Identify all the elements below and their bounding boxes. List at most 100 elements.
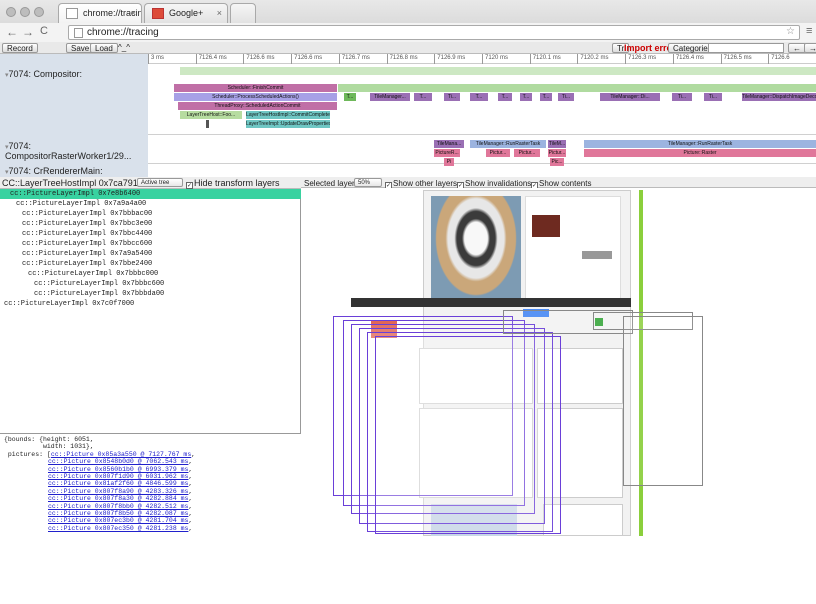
layer-tree[interactable]: cc::PictureLayerImpl 0x7e8b6400 cc::Pictu…	[0, 189, 301, 604]
slice-picture-raster[interactable]: Picture::Raster	[584, 149, 816, 157]
slice-t[interactable]: T...	[470, 93, 488, 101]
slice-picture-short2[interactable]: Pictur...	[486, 149, 510, 157]
slice-lth-foo[interactable]: LayerTreeHost::Foo...	[180, 111, 242, 119]
tab-tracing[interactable]: chrome://tracing ×	[58, 3, 142, 23]
page-icon	[66, 8, 78, 19]
layer-tree-item[interactable]: cc::PictureLayerImpl 0x7e8b6400	[0, 189, 301, 199]
ruler-tick: 7126.4 ms	[672, 54, 704, 64]
slice-picture-short[interactable]: PictureR...	[434, 149, 460, 157]
tree-mode-select[interactable]: Active tree	[137, 178, 183, 187]
tab-google-plus[interactable]: Google+ ×	[144, 3, 228, 23]
layer-tree-item[interactable]: cc::PictureLayerImpl 0x7bbbda00	[0, 289, 301, 299]
close-window-icon[interactable]	[6, 7, 16, 17]
slice-tile-short2[interactable]: TileM...	[548, 140, 566, 148]
layer-tree-item[interactable]: cc::PictureLayerImpl 0x7bbcc600	[0, 239, 301, 249]
reload-button[interactable]: C	[40, 25, 48, 37]
picture-link[interactable]: cc::Picture 0x807ec3b0 @ 4281.704 ms	[48, 517, 188, 524]
slice-bar[interactable]	[338, 84, 816, 92]
layer-outline[interactable]	[375, 336, 561, 534]
back-button[interactable]: ←	[6, 25, 18, 39]
slice-lth-update[interactable]: LayerTreeImpl::UpdateDrawProperties	[246, 120, 330, 128]
time-ruler[interactable]: 3 ms 7126.4 ms 7126.6 ms 7126.6 ms 7126.7 ms…	[148, 54, 816, 64]
slice-tile-dispatch[interactable]: TileManager::Di...	[600, 93, 660, 101]
picture-link[interactable]: cc::Picture 0x8548b0d0 @ 7062.543 ms	[48, 458, 188, 465]
picture-link[interactable]: cc::Picture 0x81af2f60 @ 4846.599 ms	[48, 480, 188, 487]
picture-link[interactable]: cc::Picture 0x85a3a550 @ 7127.767 ms	[51, 451, 191, 458]
layer-tree-item[interactable]: cc::PictureLayerImpl 0x7bbbc600	[0, 279, 301, 289]
slice-t[interactable]: T...	[414, 93, 432, 101]
slice-process-actions[interactable]: Scheduler::ProcessScheduledActions()	[174, 93, 337, 101]
thread-label[interactable]: 7074: CompositorRasterWorker1/29...	[5, 141, 148, 161]
maximize-window-icon[interactable]	[34, 7, 44, 17]
content-card	[525, 196, 621, 300]
timeline-tracks[interactable]: Scheduler::FinishCommit Scheduler::Proce…	[148, 64, 816, 177]
google-plus-icon	[152, 8, 164, 19]
slice-thread-proxy[interactable]: ThreadProxy::ScheduledActionCommit	[178, 102, 337, 110]
thread-label[interactable]: 7074: CrRendererMain:	[5, 166, 103, 176]
new-tab-button[interactable]	[230, 3, 256, 23]
slice-marker[interactable]	[206, 120, 209, 128]
layer-tree-item[interactable]: cc::PictureLayerImpl 0x7bbe2400	[0, 259, 301, 269]
slice-tile-raster[interactable]: TileManager::RunRasterTask	[470, 140, 546, 148]
layer-outline[interactable]	[623, 316, 703, 486]
layer-tree-title: CC::LayerTreeHostImpl 0x7ca79190	[2, 178, 148, 188]
ruler-tick: 7126.6	[768, 54, 790, 64]
layer-tree-item[interactable]: cc::PictureLayerImpl 0x7a9a4a00	[0, 199, 301, 209]
tab-close-icon[interactable]: ×	[217, 8, 222, 18]
nav-right-button[interactable]: →	[804, 43, 816, 53]
slice-picture-short2[interactable]: Pictur...	[548, 149, 566, 157]
slice-t[interactable]: Ti...	[704, 93, 722, 101]
zoom-select[interactable]: 50%	[354, 178, 382, 187]
slice-green[interactable]: T...	[344, 93, 356, 101]
filter-input[interactable]	[708, 43, 784, 53]
slice-lth-commit[interactable]: LayerTreeHostImpl::CommitComplete	[246, 111, 330, 119]
slice-t[interactable]: T...	[540, 93, 552, 101]
slice-pi[interactable]: Pi	[444, 158, 454, 166]
slice-t[interactable]: Ti...	[672, 93, 692, 101]
layer-tree-item[interactable]: cc::PictureLayerImpl 0x7bbc3e00	[0, 219, 301, 229]
layer-tree-item[interactable]: cc::PictureLayerImpl 0x7c0f7000	[0, 299, 301, 309]
checkbox-checked[interactable]: ✓	[186, 182, 193, 189]
slice-finish-commit[interactable]: Scheduler::FinishCommit	[174, 84, 337, 92]
picture-link[interactable]: cc::Picture 0x807f1d90 @ 6031.962 ms	[48, 473, 188, 480]
ruler-tick: 7126.3 ms	[625, 54, 656, 64]
picture-link[interactable]: cc::Picture 0x807f8b50 @ 4282.087 ms	[48, 510, 188, 517]
picture-link[interactable]: cc::Picture 0x807ec350 @ 4281.238 ms	[48, 525, 188, 532]
slice-tile-short[interactable]: TileMana...	[434, 140, 464, 148]
page-icon	[74, 28, 83, 38]
load-button[interactable]: Load	[90, 43, 118, 53]
show-contents-label: Show contents	[539, 179, 592, 188]
picture-row: cc::Picture 0x807f1d90 @ 6031.962 ms,	[48, 473, 193, 481]
slice-picture-short2[interactable]: Pictur...	[514, 149, 540, 157]
slice-t[interactable]: Ti...	[444, 93, 460, 101]
layer-3d-viewer[interactable]	[303, 188, 816, 536]
forward-button[interactable]: →	[22, 25, 34, 39]
ruler-tick: 7126.7 ms	[338, 54, 370, 64]
thread-label[interactable]: 7074: Compositor:	[5, 69, 83, 79]
layer-tree-item[interactable]: cc::PictureLayerImpl 0x7a9a5400	[0, 249, 301, 259]
slice-t[interactable]: T...	[498, 93, 512, 101]
slice-t[interactable]: Ti...	[558, 93, 574, 101]
minimize-window-icon[interactable]	[20, 7, 30, 17]
picture-link[interactable]: cc::Picture 0x807f8a90 @ 4283.326 ms	[48, 488, 188, 495]
track-background	[180, 67, 816, 75]
star-icon[interactable]: ☆	[786, 26, 795, 37]
slice-tile-manager[interactable]: TileManager...	[370, 93, 410, 101]
menu-icon[interactable]: ≡	[806, 25, 812, 37]
layer-marker	[595, 318, 603, 326]
slice-pic[interactable]: Pic...	[550, 158, 564, 166]
picture-link[interactable]: cc::Picture 0x8560b1b0 @ 6993.379 ms	[48, 466, 188, 473]
slice-t[interactable]: T...	[520, 93, 532, 101]
layer-tree-item[interactable]: cc::PictureLayerImpl 0x7bbbc000	[0, 269, 301, 279]
picture-link[interactable]: cc::Picture 0x807f8a30 @ 4282.884 ms	[48, 495, 188, 502]
hide-transform-toggle[interactable]: ✓ Hide transform layers	[186, 178, 280, 189]
tab-close-icon[interactable]: ×	[131, 8, 136, 18]
picture-link[interactable]: cc::Picture 0x807f8bb0 @ 4282.512 ms	[48, 503, 188, 510]
tracing-toolbar: Record Save Load ^_^ Tr Import errors! C…	[0, 42, 816, 54]
record-button[interactable]: Record	[2, 43, 38, 53]
slice-tile-dispatch[interactable]: TileManager::DispatchImageDecodeT...	[742, 93, 816, 101]
omnibox[interactable]: chrome://tracing ☆	[68, 25, 800, 40]
slice-tile-raster[interactable]: TileManager::RunRasterTask	[584, 140, 816, 148]
layer-tree-item[interactable]: cc::PictureLayerImpl 0x7bbbac00	[0, 209, 301, 219]
layer-tree-item[interactable]: cc::PictureLayerImpl 0x7bbc4400	[0, 229, 301, 239]
